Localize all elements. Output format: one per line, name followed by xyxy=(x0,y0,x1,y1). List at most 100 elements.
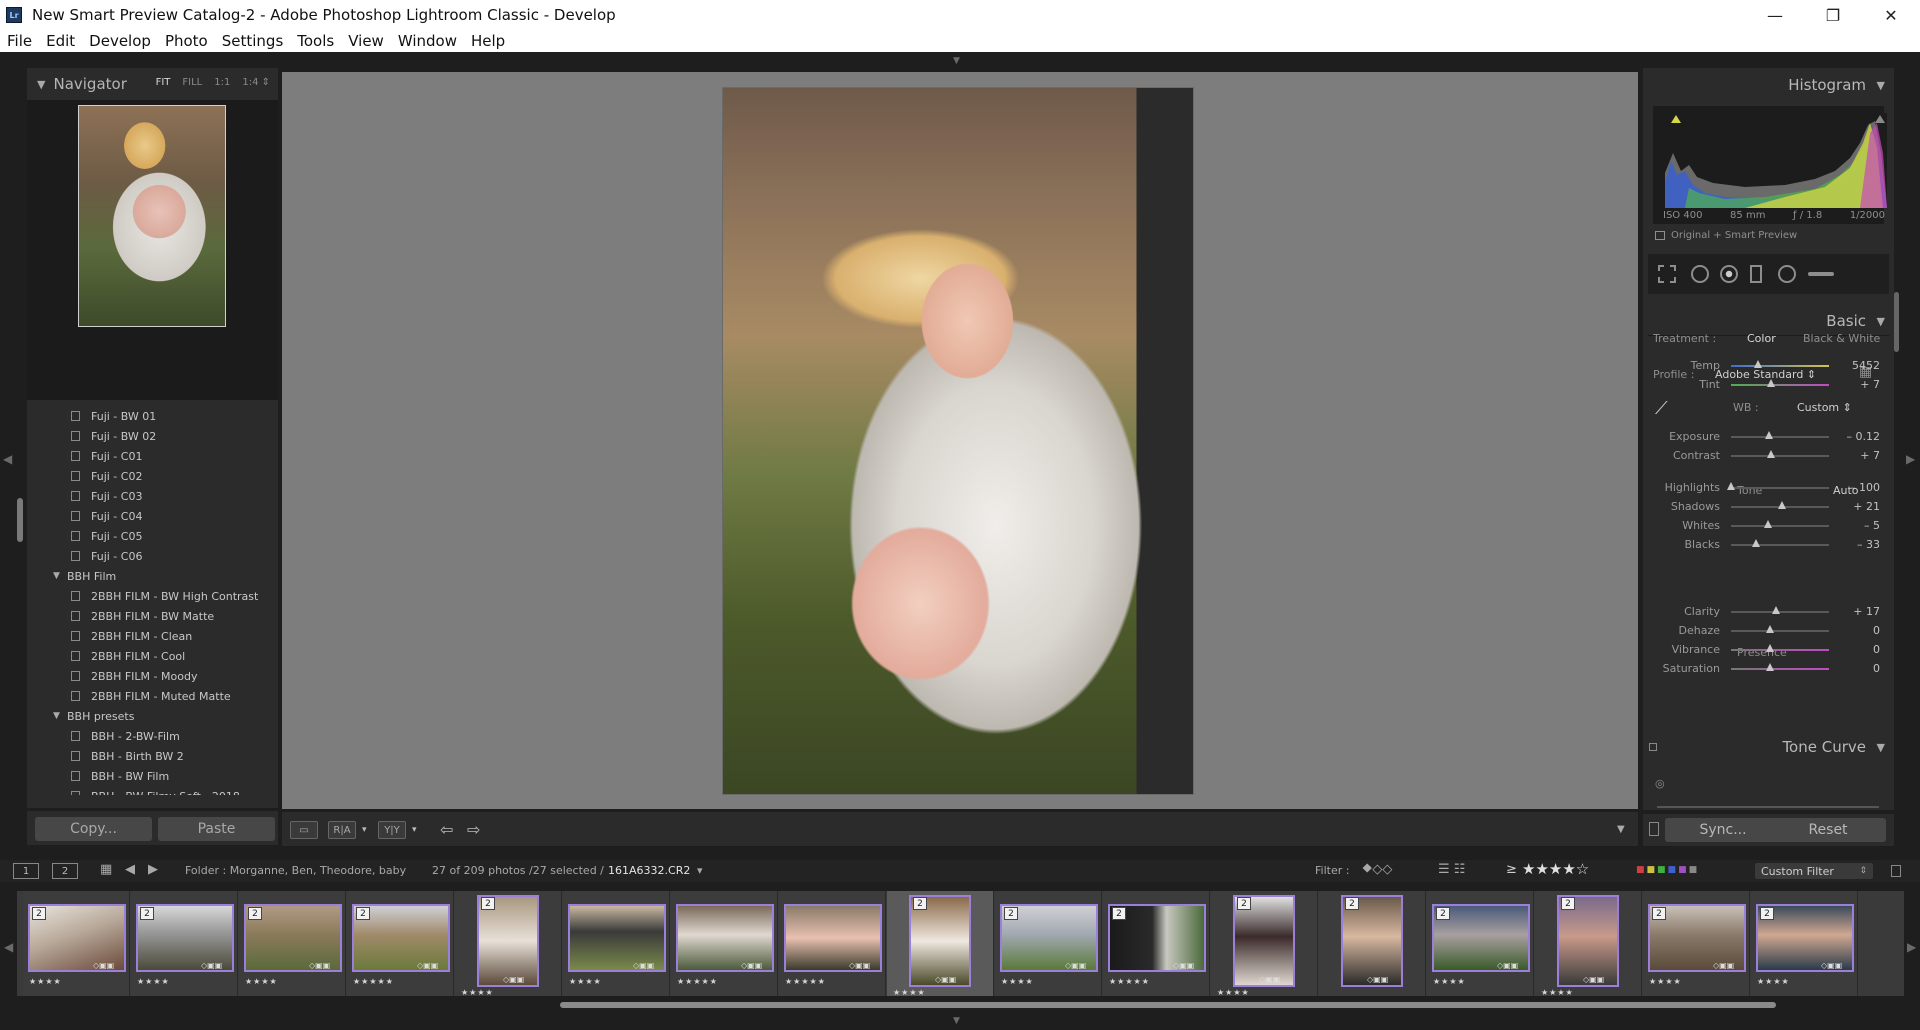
slider-track[interactable] xyxy=(1731,668,1829,670)
stack-count-badge[interactable]: 2 xyxy=(481,897,495,910)
stack-count-badge[interactable]: 2 xyxy=(1112,907,1126,920)
slider-value[interactable]: 0 xyxy=(1873,662,1880,675)
adjustment-brush-icon[interactable] xyxy=(1808,272,1834,276)
grid-view-icon[interactable]: ▦ xyxy=(100,862,112,877)
preset-item[interactable]: Fuji - C01 xyxy=(27,446,278,466)
slider-track[interactable] xyxy=(1731,544,1829,546)
slider-dehaze[interactable]: Dehaze 0 xyxy=(1643,622,1894,640)
slider-contrast[interactable]: Contrast + 7 xyxy=(1643,447,1894,465)
collapse-triangle-icon[interactable]: ▼ xyxy=(37,78,45,91)
slider-thumb[interactable] xyxy=(1751,539,1760,547)
filmstrip-thumbnail[interactable]: ◇▣▣ ★★★★ xyxy=(563,891,670,996)
slider-track[interactable] xyxy=(1731,455,1829,457)
stack-count-badge[interactable]: 2 xyxy=(1345,897,1359,910)
slider-value[interactable]: – 100 xyxy=(1850,481,1880,494)
slider-value[interactable]: 0 xyxy=(1873,643,1880,656)
navigator-header[interactable]: ▼ Navigator FIT FILL 1:1 1:4 ⇕ xyxy=(27,68,278,100)
filmstrip-thumbnail[interactable]: ◇▣▣ ★★★★★ xyxy=(779,891,886,996)
filmstrip-thumbnail[interactable]: 2 ◇▣▣ ★★★★★ xyxy=(347,891,454,996)
close-button[interactable]: ✕ xyxy=(1862,0,1920,30)
toolbar-menu-icon[interactable]: ▼ xyxy=(1617,824,1625,835)
slider-value[interactable]: 5452 xyxy=(1852,359,1880,372)
collapse-bottom-icon[interactable]: ▼ xyxy=(953,1016,960,1026)
reset-button[interactable]: Reset xyxy=(1770,818,1886,842)
current-filename[interactable]: 161A6332.CR2 xyxy=(608,864,690,877)
stack-count-badge[interactable]: 2 xyxy=(140,907,154,920)
preset-item[interactable]: Fuji - C04 xyxy=(27,506,278,526)
filmstrip-thumbnail[interactable]: 2 ◇▣▣ ★★★★ xyxy=(1643,891,1750,996)
slider-value[interactable]: + 7 xyxy=(1860,449,1880,462)
color-label-filter-icon[interactable]: ■■■■■■ xyxy=(1636,865,1699,875)
slider-shadows[interactable]: Shadows + 21 xyxy=(1643,498,1894,516)
flag-filter-icon[interactable]: ⯁◇◇ xyxy=(1362,862,1392,877)
slider-temp[interactable]: Temp 5452 xyxy=(1643,357,1894,375)
target-adjust-icon[interactable]: ◎ xyxy=(1655,777,1665,790)
next-arrow-icon[interactable]: ⇨ xyxy=(467,820,480,839)
panel-switch-icon[interactable] xyxy=(1649,743,1657,751)
spot-removal-icon[interactable] xyxy=(1691,265,1709,283)
red-eye-icon[interactable] xyxy=(1720,265,1738,283)
collapse-top-icon[interactable]: ▼ xyxy=(953,56,960,66)
paste-button[interactable]: Paste xyxy=(158,817,275,841)
preset-item[interactable]: 2BBH FILM - Clean xyxy=(27,626,278,646)
navigator-thumbnail[interactable] xyxy=(78,105,226,327)
slider-thumb[interactable] xyxy=(1765,431,1774,439)
slider-value[interactable]: + 17 xyxy=(1853,605,1880,618)
copy-button[interactable]: Copy... xyxy=(35,817,152,841)
preset-item[interactable]: 2BBH FILM - Moody xyxy=(27,666,278,686)
stack-count-badge[interactable]: 2 xyxy=(1436,907,1450,920)
slider-thumb[interactable] xyxy=(1764,520,1773,528)
filmstrip-thumbnail[interactable]: 2 ◇▣▣ xyxy=(1319,891,1426,996)
restore-button[interactable]: ❐ xyxy=(1804,0,1862,30)
sync-button[interactable]: Sync... xyxy=(1665,818,1781,842)
filmstrip-thumbnail[interactable]: 2 ◇▣▣ ★★★★ xyxy=(887,891,994,996)
preset-item[interactable]: 2BBH FILM - Muted Matte xyxy=(27,686,278,706)
slider-value[interactable]: – 0.12 xyxy=(1847,430,1881,443)
menu-edit[interactable]: Edit xyxy=(39,32,82,50)
menu-develop[interactable]: Develop xyxy=(82,32,158,50)
slider-value[interactable]: 0 xyxy=(1873,624,1880,637)
slider-thumb[interactable] xyxy=(1754,360,1763,368)
menu-settings[interactable]: Settings xyxy=(215,32,291,50)
filter-lock-icon[interactable] xyxy=(1891,865,1901,877)
slider-clarity[interactable]: Clarity + 17 xyxy=(1643,603,1894,621)
right-panel-toggle-icon[interactable]: ▶ xyxy=(1906,452,1915,466)
white-balance-picker-icon[interactable]: ⟋ xyxy=(1655,398,1668,419)
slider-track[interactable] xyxy=(1731,487,1829,489)
preset-folder[interactable]: ▼ BBH Film xyxy=(27,566,278,586)
filmstrip-thumbnail[interactable]: 2 ◇▣▣ ★★★★★ xyxy=(1103,891,1210,996)
preset-item[interactable]: BBH - Birth BW 2 xyxy=(27,746,278,766)
slider-whites[interactable]: Whites – 5 xyxy=(1643,517,1894,535)
preset-item[interactable]: Fuji - C03 xyxy=(27,486,278,506)
stack-count-badge[interactable]: 2 xyxy=(913,897,927,910)
menu-view[interactable]: View xyxy=(341,32,391,50)
preset-item[interactable]: BBH - BW Filmy Soft - 2018 xyxy=(27,786,278,795)
slider-thumb[interactable] xyxy=(1777,501,1786,509)
menu-file[interactable]: File xyxy=(0,32,39,50)
preset-item[interactable]: 2BBH FILM - BW Matte xyxy=(27,606,278,626)
slider-exposure[interactable]: Exposure – 0.12 xyxy=(1643,428,1894,446)
menu-photo[interactable]: Photo xyxy=(158,32,215,50)
preset-item[interactable]: Fuji - C05 xyxy=(27,526,278,546)
stack-count-badge[interactable]: 2 xyxy=(32,907,46,920)
preset-item[interactable]: BBH - BW Film xyxy=(27,766,278,786)
slider-value[interactable]: – 33 xyxy=(1857,538,1880,551)
preset-item[interactable]: 2BBH FILM - Cool xyxy=(27,646,278,666)
filmstrip-thumbnail[interactable]: 2 ◇▣▣ ★★★★ xyxy=(1751,891,1858,996)
tone-curve-header[interactable]: Tone Curve ▼ xyxy=(1643,734,1894,760)
yy-view-icon[interactable]: Y|Y xyxy=(378,821,406,839)
menu-help[interactable]: Help xyxy=(464,32,512,50)
preset-item[interactable]: 2BBH FILM - BW High Contrast xyxy=(27,586,278,606)
slider-thumb[interactable] xyxy=(1767,379,1776,387)
collapse-triangle-icon[interactable]: ▼ xyxy=(1877,741,1885,754)
slider-thumb[interactable] xyxy=(1766,644,1775,652)
zoom-1-1[interactable]: 1:1 xyxy=(214,77,230,88)
basic-header[interactable]: Basic ▼ xyxy=(1643,308,1894,334)
preset-item[interactable]: Fuji - BW 02 xyxy=(27,426,278,446)
graduated-filter-icon[interactable] xyxy=(1750,265,1762,283)
left-panel-toggle-icon[interactable]: ◀ xyxy=(3,452,12,466)
treatment-bw-option[interactable]: Black & White xyxy=(1803,332,1880,345)
previous-arrow-icon[interactable]: ⇦ xyxy=(440,820,453,839)
primary-window-button[interactable]: 1 xyxy=(13,863,39,879)
slider-thumb[interactable] xyxy=(1772,606,1781,614)
